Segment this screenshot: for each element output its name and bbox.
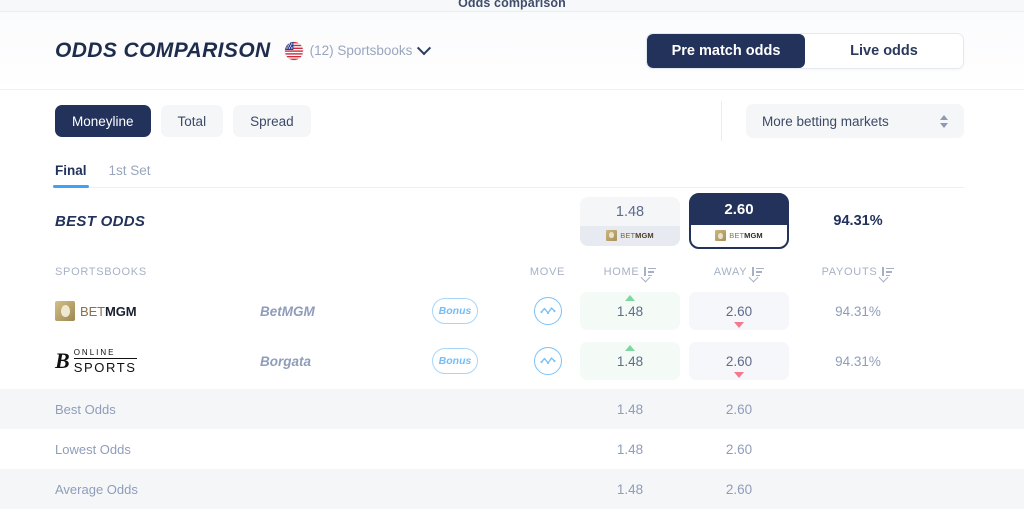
best-odds-away-card[interactable]: 2.60 BETMGM xyxy=(689,193,789,249)
table-row: B ONLINE SPORTS Borgata Bonus 1.48 2.60 … xyxy=(55,336,964,386)
odds-comparison-page: Odds comparison ODDS COMPARISON (12) Spo… xyxy=(0,0,1024,523)
betmgm-logo: BETMGM xyxy=(715,230,763,241)
market-controls-row: Moneyline Total Spread More betting mark… xyxy=(0,90,1024,152)
summary-row-lowest-odds: Lowest Odds 1.48 2.60 xyxy=(0,429,1024,469)
header-away[interactable]: AWAY xyxy=(680,266,798,278)
away-odds-value: 2.60 xyxy=(725,353,753,369)
table-header-row: SPORTSBOOKS MOVE HOME AWAY PAYOUTS xyxy=(55,258,964,286)
header-payouts-label: PAYOUTS xyxy=(821,266,878,278)
tab-live-odds[interactable]: Live odds xyxy=(805,33,963,68)
summary-home-value: 1.48 xyxy=(616,401,644,417)
header-home[interactable]: HOME xyxy=(580,266,680,278)
summary-row-best-odds: Best Odds 1.48 2.60 xyxy=(0,389,1024,429)
betmgm-logo[interactable]: BETMGM xyxy=(55,301,260,321)
home-odds-cell[interactable]: 1.48 xyxy=(580,292,680,330)
trend-down-icon xyxy=(734,372,744,378)
sort-descending-icon xyxy=(644,266,657,278)
chevron-down-icon xyxy=(417,40,432,55)
header-away-label: AWAY xyxy=(713,266,748,278)
table-row: BETMGM BetMGM Bonus 1.48 2.60 94.31% xyxy=(55,286,964,336)
pill-moneyline[interactable]: Moneyline xyxy=(55,105,151,137)
us-flag-icon xyxy=(284,41,303,60)
away-odds-cell[interactable]: 2.60 xyxy=(689,342,789,380)
header-sportsbooks: SPORTSBOOKS xyxy=(55,266,147,278)
summary-label: Lowest Odds xyxy=(55,441,131,457)
page-header: ODDS COMPARISON (12) Sportsbooks Pre mat… xyxy=(0,12,1024,90)
sportsbooks-selector[interactable]: (12) Sportsbooks xyxy=(284,40,432,60)
stepper-updown-icon xyxy=(940,114,948,128)
sort-descending-icon xyxy=(752,266,765,278)
subtab-1st-set[interactable]: 1st Set xyxy=(109,163,151,187)
trend-up-icon xyxy=(625,345,635,351)
bonus-button[interactable]: Bonus xyxy=(432,348,478,374)
summary-label: Average Odds xyxy=(55,481,138,497)
payout-value: 94.31% xyxy=(835,303,881,319)
best-odds-payout: 94.31% xyxy=(833,213,883,229)
away-odds-cell[interactable]: 2.60 xyxy=(689,292,789,330)
controls-divider xyxy=(721,101,722,141)
home-odds-cell[interactable]: 1.48 xyxy=(580,342,680,380)
away-odds-value: 2.60 xyxy=(725,303,753,319)
period-subtabs: Final 1st Set xyxy=(53,152,964,188)
best-odds-home-book: BETMGM xyxy=(580,225,680,246)
odds-mode-toggle[interactable]: Pre match odds Live odds xyxy=(646,32,964,69)
sportsbook-name: Borgata xyxy=(260,353,312,369)
summary-label: Best Odds xyxy=(55,401,116,417)
sportsbooks-count-label: (12) Sportsbooks xyxy=(309,43,413,58)
header-home-label: HOME xyxy=(603,266,640,278)
best-odds-away-book: BETMGM xyxy=(691,225,787,247)
page-top-title: Odds comparison xyxy=(458,0,566,10)
summary-home-value: 1.48 xyxy=(616,481,644,497)
best-odds-away-value: 2.60 xyxy=(724,201,754,218)
summary-away-value: 2.60 xyxy=(725,401,753,417)
trend-down-icon xyxy=(734,322,744,328)
header-move: MOVE xyxy=(529,266,566,278)
page-top-strip: Odds comparison xyxy=(0,0,1024,12)
pill-total[interactable]: Total xyxy=(160,105,224,137)
borgata-online-sports-logo[interactable]: B ONLINE SPORTS xyxy=(55,348,260,374)
betmgm-logo: BETMGM xyxy=(606,229,654,241)
summary-away-value: 2.60 xyxy=(725,481,753,497)
home-odds-value: 1.48 xyxy=(616,303,644,319)
best-odds-home-card[interactable]: 1.48 BETMGM xyxy=(580,196,680,246)
header-payouts[interactable]: PAYOUTS xyxy=(798,266,918,278)
trend-line-icon[interactable] xyxy=(533,297,562,325)
best-odds-label: BEST ODDS xyxy=(55,212,146,230)
market-type-pills: Moneyline Total Spread xyxy=(55,105,311,137)
pill-spread[interactable]: Spread xyxy=(233,105,311,137)
trend-up-icon xyxy=(625,295,635,301)
tab-pre-match-odds[interactable]: Pre match odds xyxy=(647,33,805,68)
brand-area: ODDS COMPARISON (12) Sportsbooks xyxy=(55,38,432,63)
sportsbook-name: BetMGM xyxy=(260,303,315,319)
more-betting-markets-select[interactable]: More betting markets xyxy=(746,104,964,138)
bonus-button[interactable]: Bonus xyxy=(432,298,478,324)
best-odds-row: BEST ODDS 1.48 BETMGM 2.60 BETMGM 94.31% xyxy=(55,190,964,252)
sort-descending-icon xyxy=(882,266,895,278)
subtab-final[interactable]: Final xyxy=(53,163,89,188)
page-title: ODDS COMPARISON xyxy=(55,38,271,62)
trend-line-icon[interactable] xyxy=(533,347,562,375)
best-odds-home-value: 1.48 xyxy=(615,203,645,220)
summary-away-value: 2.60 xyxy=(725,441,753,457)
summary-row-average-odds: Average Odds 1.48 2.60 xyxy=(0,469,1024,509)
more-betting-markets-label: More betting markets xyxy=(762,113,889,129)
summary-home-value: 1.48 xyxy=(616,441,644,457)
home-odds-value: 1.48 xyxy=(616,353,644,369)
payout-value: 94.31% xyxy=(835,353,881,369)
